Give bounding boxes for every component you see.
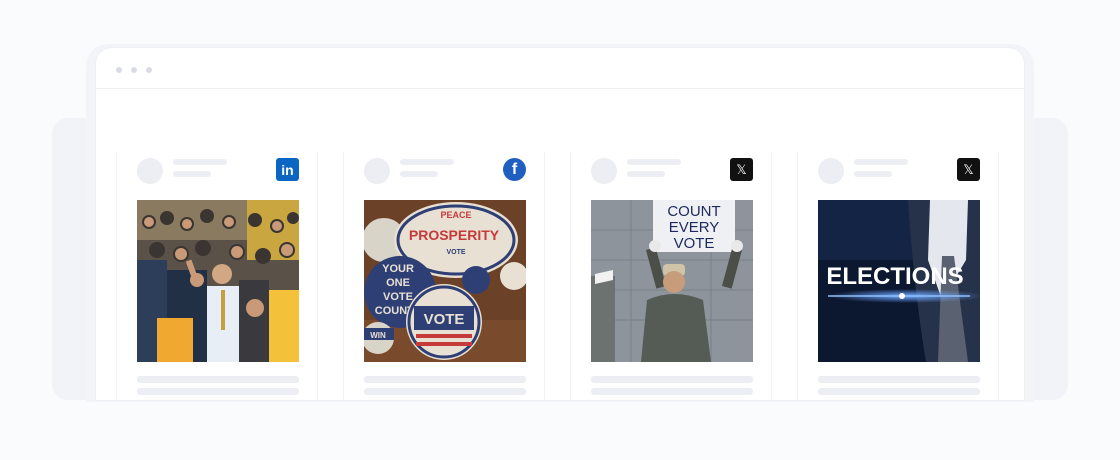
post-card-x[interactable]: 𝕏 ELECTIONS (797, 152, 999, 400)
caption-placeholder (137, 388, 299, 395)
x-icon[interactable]: 𝕏 (730, 158, 753, 181)
caption-placeholder (137, 376, 299, 383)
author-meta-placeholder (854, 171, 892, 177)
sign-text: EVERY (669, 219, 720, 236)
caption-placeholder (591, 388, 753, 395)
facebook-icon[interactable]: f (503, 158, 526, 181)
author-meta-placeholder (627, 171, 665, 177)
badge-text: PEACE (440, 210, 471, 220)
browser-window: in f PEACE PROSPERITY VOTE YOUR ONE VOTE… (96, 48, 1024, 400)
banner-text: ELECTIONS (826, 263, 963, 290)
badge-text: VOTE (383, 291, 413, 303)
window-dot-icon (116, 67, 122, 73)
badge-text: YOUR (382, 263, 414, 275)
window-dot-icon (146, 67, 152, 73)
window-titlebar (96, 48, 1024, 89)
badge-text: WIN (370, 331, 386, 340)
stage: in f PEACE PROSPERITY VOTE YOUR ONE VOTE… (0, 0, 1120, 460)
author-meta-placeholder (173, 171, 211, 177)
badge-text: PROSPERITY (409, 227, 500, 243)
vote-buttons-photo: PEACE PROSPERITY VOTE YOUR ONE VOTE COUN… (364, 200, 526, 362)
window-dot-icon (131, 67, 137, 73)
protester-photo: COUNT EVERY VOTE (591, 200, 753, 362)
caption-placeholder (818, 388, 980, 395)
avatar-placeholder (818, 158, 844, 184)
badge-text: VOTE (446, 249, 465, 256)
avatar-placeholder (137, 158, 163, 184)
linkedin-icon[interactable]: in (276, 158, 299, 181)
post-card-x[interactable]: 𝕏 COUNT EVERY VOTE (570, 152, 772, 400)
sign-text: COUNT (667, 203, 720, 220)
post-card-linkedin[interactable]: in (116, 152, 318, 400)
author-name-placeholder (854, 159, 908, 165)
x-icon[interactable]: 𝕏 (957, 158, 980, 181)
author-meta-placeholder (400, 171, 438, 177)
crowd-rally-photo (137, 200, 299, 362)
avatar-placeholder (591, 158, 617, 184)
author-name-placeholder (627, 159, 681, 165)
badge-text: ONE (386, 277, 410, 289)
author-name-placeholder (400, 159, 454, 165)
caption-placeholder (364, 388, 526, 395)
post-card-facebook[interactable]: f PEACE PROSPERITY VOTE YOUR ONE VOTE CO… (343, 152, 545, 400)
caption-placeholder (364, 376, 526, 383)
badge-text: VOTE (424, 311, 465, 328)
sign-text: VOTE (674, 235, 715, 252)
author-name-placeholder (173, 159, 227, 165)
caption-placeholder (818, 376, 980, 383)
avatar-placeholder (364, 158, 390, 184)
caption-placeholder (591, 376, 753, 383)
elections-banner-photo: ELECTIONS (818, 200, 980, 362)
